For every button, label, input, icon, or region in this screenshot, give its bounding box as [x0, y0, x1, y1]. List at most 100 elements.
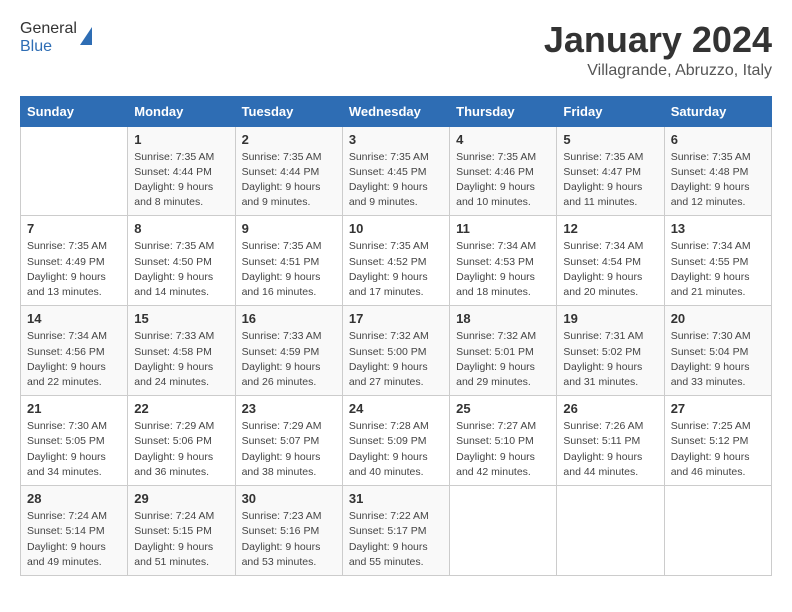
calendar-cell: 5Sunrise: 7:35 AMSunset: 4:47 PMDaylight…: [557, 126, 664, 216]
day-info: Sunrise: 7:27 AMSunset: 5:10 PMDaylight:…: [456, 419, 550, 480]
day-info: Sunrise: 7:31 AMSunset: 5:02 PMDaylight:…: [563, 329, 657, 390]
calendar-cell: [664, 486, 771, 576]
day-number: 9: [242, 221, 336, 236]
calendar-cell: 11Sunrise: 7:34 AMSunset: 4:53 PMDayligh…: [450, 216, 557, 306]
calendar-cell: 26 Sunrise: 7:26 AMSunset: 5:11 PMDayligh…: [557, 396, 664, 486]
day-number: 19: [563, 311, 657, 326]
calendar-cell: 29 Sunrise: 7:24 AMSunset: 5:15 PMDayligh…: [128, 486, 235, 576]
calendar-cell: 6 Sunrise: 7:35 AMSunset: 4:48 PMDaylight…: [664, 126, 771, 216]
weekday-header-monday: Monday: [128, 96, 235, 126]
day-info: Sunrise: 7:34 AMSunset: 4:54 PMDaylight:…: [563, 239, 657, 300]
day-number: 18: [456, 311, 550, 326]
day-number: 27: [671, 401, 765, 416]
calendar-cell: 8Sunrise: 7:35 AMSunset: 4:50 PMDaylight…: [128, 216, 235, 306]
logo-icon: [80, 27, 92, 45]
weekday-header-wednesday: Wednesday: [342, 96, 449, 126]
day-number: 14: [27, 311, 121, 326]
calendar-cell: 9 Sunrise: 7:35 AMSunset: 4:51 PMDaylight…: [235, 216, 342, 306]
day-info: Sunrise: 7:34 AMSunset: 4:56 PMDaylight:…: [27, 329, 121, 390]
day-info: Sunrise: 7:23 AMSunset: 5:16 PMDaylight:…: [242, 509, 336, 570]
calendar-cell: 30 Sunrise: 7:23 AMSunset: 5:16 PMDayligh…: [235, 486, 342, 576]
logo-general-text: General: [20, 20, 77, 37]
calendar-cell: 2Sunrise: 7:35 AMSunset: 4:44 PMDaylight…: [235, 126, 342, 216]
day-number: 12: [563, 221, 657, 236]
day-info: Sunrise: 7:35 AMSunset: 4:51 PMDaylight:…: [242, 239, 336, 300]
day-info: Sunrise: 7:33 AMSunset: 4:58 PMDaylight:…: [134, 329, 228, 390]
day-info: Sunrise: 7:35 AMSunset: 4:47 PMDaylight:…: [563, 150, 657, 211]
calendar-cell: 21 Sunrise: 7:30 AMSunset: 5:05 PMDayligh…: [21, 396, 128, 486]
day-info: Sunrise: 7:30 AMSunset: 5:04 PMDaylight:…: [671, 329, 765, 390]
calendar-subtitle: Villagrande, Abruzzo, Italy: [544, 62, 772, 80]
day-number: 20: [671, 311, 765, 326]
page-header: General Blue January 2024 Villagrande, A…: [20, 20, 772, 80]
calendar-title: January 2024: [544, 20, 772, 60]
calendar-cell: 19 Sunrise: 7:31 AMSunset: 5:02 PMDayligh…: [557, 306, 664, 396]
calendar-cell: 31Sunrise: 7:22 AMSunset: 5:17 PMDayligh…: [342, 486, 449, 576]
weekday-header-saturday: Saturday: [664, 96, 771, 126]
calendar-cell: 17 Sunrise: 7:32 AMSunset: 5:00 PMDayligh…: [342, 306, 449, 396]
calendar-week-row: 21 Sunrise: 7:30 AMSunset: 5:05 PMDayligh…: [21, 396, 772, 486]
day-info: Sunrise: 7:22 AMSunset: 5:17 PMDaylight:…: [349, 509, 443, 570]
calendar-cell: 24 Sunrise: 7:28 AMSunset: 5:09 PMDayligh…: [342, 396, 449, 486]
calendar-week-row: 28 Sunrise: 7:24 AMSunset: 5:14 PMDayligh…: [21, 486, 772, 576]
day-info: Sunrise: 7:33 AMSunset: 4:59 PMDaylight:…: [242, 329, 336, 390]
calendar-cell: 28 Sunrise: 7:24 AMSunset: 5:14 PMDayligh…: [21, 486, 128, 576]
day-number: 23: [242, 401, 336, 416]
day-number: 28: [27, 491, 121, 506]
day-info: Sunrise: 7:24 AMSunset: 5:15 PMDaylight:…: [134, 509, 228, 570]
weekday-header-friday: Friday: [557, 96, 664, 126]
calendar-cell: 18 Sunrise: 7:32 AMSunset: 5:01 PMDayligh…: [450, 306, 557, 396]
day-info: Sunrise: 7:26 AMSunset: 5:11 PMDaylight:…: [563, 419, 657, 480]
calendar-cell: 4 Sunrise: 7:35 AMSunset: 4:46 PMDaylight…: [450, 126, 557, 216]
logo-blue-text: Blue: [20, 38, 52, 55]
day-number: 17: [349, 311, 443, 326]
day-number: 26: [563, 401, 657, 416]
day-number: 30: [242, 491, 336, 506]
day-number: 21: [27, 401, 121, 416]
day-number: 6: [671, 132, 765, 147]
day-number: 29: [134, 491, 228, 506]
calendar-week-row: 7Sunrise: 7:35 AMSunset: 4:49 PMDaylight…: [21, 216, 772, 306]
day-info: Sunrise: 7:29 AMSunset: 5:06 PMDaylight:…: [134, 419, 228, 480]
day-info: Sunrise: 7:29 AMSunset: 5:07 PMDaylight:…: [242, 419, 336, 480]
calendar-header: SundayMondayTuesdayWednesdayThursdayFrid…: [21, 96, 772, 126]
day-number: 15: [134, 311, 228, 326]
calendar-cell: 14 Sunrise: 7:34 AMSunset: 4:56 PMDayligh…: [21, 306, 128, 396]
calendar-cell: 23 Sunrise: 7:29 AMSunset: 5:07 PMDayligh…: [235, 396, 342, 486]
day-info: Sunrise: 7:32 AMSunset: 5:01 PMDaylight:…: [456, 329, 550, 390]
weekday-header-sunday: Sunday: [21, 96, 128, 126]
day-info: Sunrise: 7:35 AMSunset: 4:45 PMDaylight:…: [349, 150, 443, 211]
calendar-cell: 3 Sunrise: 7:35 AMSunset: 4:45 PMDaylight…: [342, 126, 449, 216]
calendar-cell: 27Sunrise: 7:25 AMSunset: 5:12 PMDayligh…: [664, 396, 771, 486]
day-info: Sunrise: 7:32 AMSunset: 5:00 PMDaylight:…: [349, 329, 443, 390]
day-number: 25: [456, 401, 550, 416]
calendar-cell: [21, 126, 128, 216]
day-info: Sunrise: 7:28 AMSunset: 5:09 PMDaylight:…: [349, 419, 443, 480]
calendar-cell: [557, 486, 664, 576]
day-number: 7: [27, 221, 121, 236]
day-number: 4: [456, 132, 550, 147]
calendar-cell: 20 Sunrise: 7:30 AMSunset: 5:04 PMDayligh…: [664, 306, 771, 396]
calendar-week-row: 14 Sunrise: 7:34 AMSunset: 4:56 PMDayligh…: [21, 306, 772, 396]
calendar-cell: 7Sunrise: 7:35 AMSunset: 4:49 PMDaylight…: [21, 216, 128, 306]
calendar-cell: 1Sunrise: 7:35 AMSunset: 4:44 PMDaylight…: [128, 126, 235, 216]
day-info: Sunrise: 7:30 AMSunset: 5:05 PMDaylight:…: [27, 419, 121, 480]
calendar-cell: 13Sunrise: 7:34 AMSunset: 4:55 PMDayligh…: [664, 216, 771, 306]
day-info: Sunrise: 7:35 AMSunset: 4:52 PMDaylight:…: [349, 239, 443, 300]
day-number: 8: [134, 221, 228, 236]
calendar-week-row: 1Sunrise: 7:35 AMSunset: 4:44 PMDaylight…: [21, 126, 772, 216]
calendar-cell: 10Sunrise: 7:35 AMSunset: 4:52 PMDayligh…: [342, 216, 449, 306]
day-info: Sunrise: 7:24 AMSunset: 5:14 PMDaylight:…: [27, 509, 121, 570]
day-number: 22: [134, 401, 228, 416]
day-number: 3: [349, 132, 443, 147]
calendar-cell: [450, 486, 557, 576]
day-info: Sunrise: 7:35 AMSunset: 4:46 PMDaylight:…: [456, 150, 550, 211]
day-info: Sunrise: 7:35 AMSunset: 4:48 PMDaylight:…: [671, 150, 765, 211]
day-info: Sunrise: 7:35 AMSunset: 4:44 PMDaylight:…: [242, 150, 336, 211]
weekday-header-tuesday: Tuesday: [235, 96, 342, 126]
weekday-header-thursday: Thursday: [450, 96, 557, 126]
calendar-cell: 16Sunrise: 7:33 AMSunset: 4:59 PMDayligh…: [235, 306, 342, 396]
day-info: Sunrise: 7:34 AMSunset: 4:55 PMDaylight:…: [671, 239, 765, 300]
day-number: 24: [349, 401, 443, 416]
logo: General Blue: [20, 20, 92, 56]
